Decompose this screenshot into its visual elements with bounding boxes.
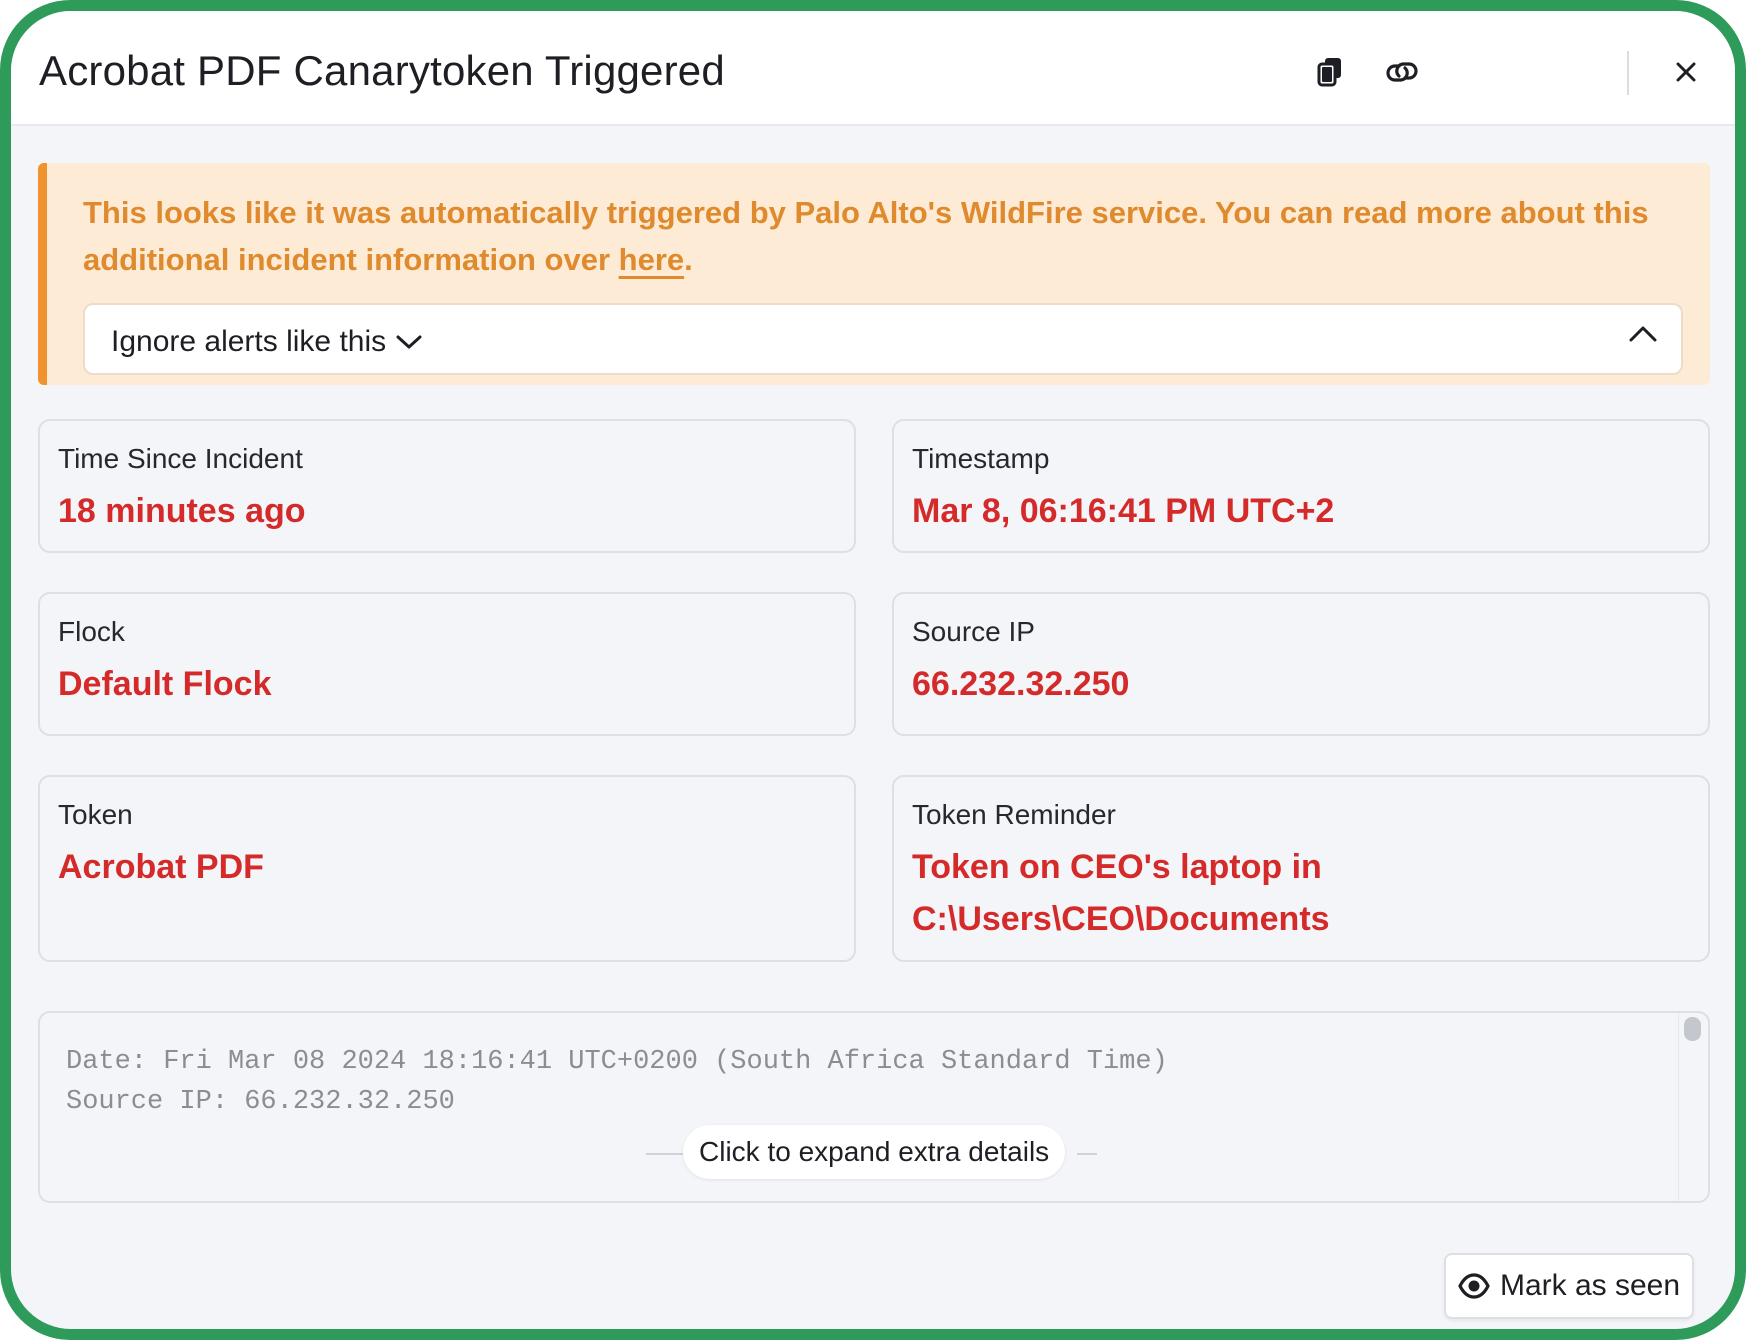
card-value: Mar 8, 06:16:41 PM UTC+2 [912, 492, 1335, 530]
token-reminder-line-2: C:\Users\CEO\Documents [912, 900, 1330, 938]
mark-as-seen-button[interactable]: Mark as seen [1444, 1253, 1694, 1319]
card-label: Source IP [912, 616, 1035, 647]
log-scrollbar-thumb[interactable] [1684, 1017, 1701, 1041]
wildfire-alert-banner: This looks like it was automatically tri… [38, 163, 1710, 385]
chevron-up-icon[interactable] [1629, 325, 1657, 343]
card-label: Token [58, 799, 133, 830]
card-label: Flock [58, 616, 125, 647]
card-token: Token Acrobat PDF [38, 775, 856, 962]
eye-icon [1458, 1273, 1490, 1299]
card-token-reminder: Token Reminder Token on CEO's laptop in … [892, 775, 1710, 962]
chevron-down-icon [396, 335, 422, 349]
card-label: Token Reminder [912, 799, 1116, 830]
expand-divider-right [1077, 1153, 1097, 1155]
copy-link-button[interactable] [1377, 47, 1427, 97]
card-value: 66.232.32.250 [912, 665, 1130, 703]
alert-message-suffix: . [684, 242, 693, 277]
dialog-title: Acrobat PDF Canarytoken Triggered [39, 47, 725, 94]
link-icon [1386, 62, 1418, 82]
card-value: Token on CEO's laptop in C:\Users\CEO\Do… [912, 841, 1682, 945]
ignore-alerts-label-group: Ignore alerts like this [111, 325, 422, 359]
expand-divider-left [646, 1153, 684, 1155]
header-divider [1627, 51, 1629, 95]
copy-button[interactable] [1305, 47, 1355, 97]
card-value: 18 minutes ago [58, 492, 306, 530]
copy-icon [1317, 58, 1341, 87]
card-label: Time Since Incident [58, 443, 303, 474]
card-label: Timestamp [912, 443, 1050, 474]
card-flock: Flock Default Flock [38, 592, 856, 736]
alert-more-info-link[interactable]: here [619, 242, 684, 277]
incident-dialog: Acrobat PDF Canarytoken Triggered This l… [11, 11, 1735, 1329]
card-value: Default Flock [58, 665, 272, 703]
card-time-since-incident: Time Since Incident 18 minutes ago [38, 419, 856, 553]
ignore-alerts-toggle[interactable]: Ignore alerts like this [83, 303, 1683, 375]
card-timestamp: Timestamp Mar 8, 06:16:41 PM UTC+2 [892, 419, 1710, 553]
close-icon [1676, 62, 1696, 82]
alert-message: This looks like it was automatically tri… [83, 189, 1683, 283]
card-source-ip: Source IP 66.232.32.250 [892, 592, 1710, 736]
alert-message-text: This looks like it was automatically tri… [83, 195, 1649, 277]
expand-details-button[interactable]: Click to expand extra details [683, 1125, 1066, 1179]
log-line-date: Date: Fri Mar 08 2024 18:16:41 UTC+0200 … [66, 1047, 1168, 1077]
card-value: Acrobat PDF [58, 848, 264, 886]
mark-as-seen-label: Mark as seen [1499, 1269, 1681, 1302]
token-reminder-line-1: Token on CEO's laptop in [912, 848, 1322, 886]
dialog-header: Acrobat PDF Canarytoken Triggered [11, 11, 1735, 126]
ignore-alerts-label: Ignore alerts like this [111, 325, 387, 358]
close-button[interactable] [1661, 47, 1711, 97]
app-frame: Acrobat PDF Canarytoken Triggered This l… [0, 0, 1746, 1340]
log-scrollbar[interactable] [1678, 1013, 1708, 1201]
